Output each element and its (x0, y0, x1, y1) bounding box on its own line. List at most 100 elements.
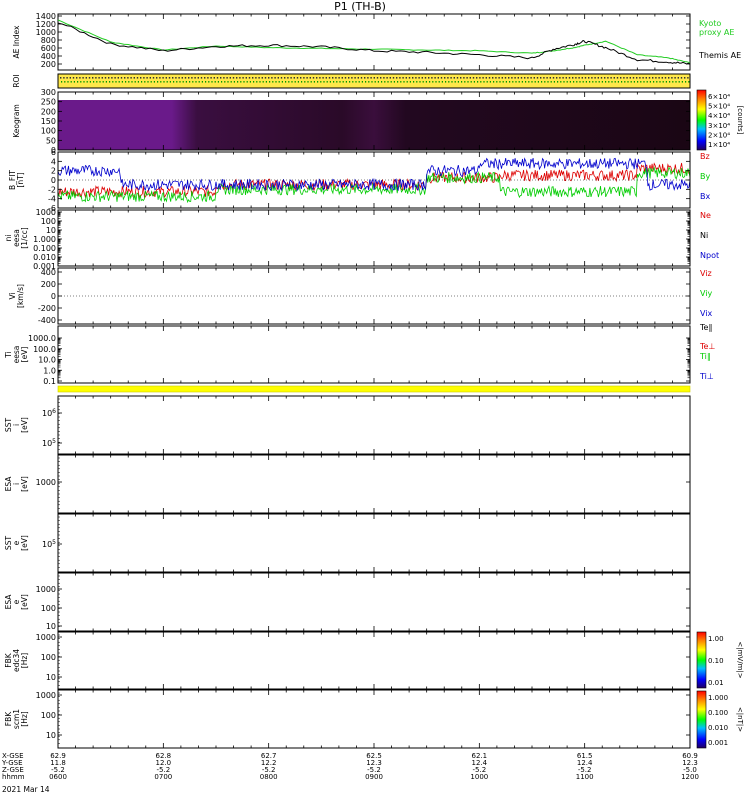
esa-ion-y-tick-label: 1000 (36, 478, 56, 487)
y-axis-label-line: [1/cc] (20, 227, 29, 248)
keogram-y-tick-label: 50 (46, 136, 56, 145)
y-axis-label-line: Keogram (12, 104, 21, 138)
velocity-y-tick-label: 400 (41, 268, 56, 277)
roi-mark (166, 81, 168, 83)
roi-mark (365, 81, 367, 83)
roi-mark (630, 81, 632, 83)
roi-mark (384, 81, 386, 83)
roi-mark (584, 77, 587, 79)
roi-mark (69, 77, 71, 79)
temperature-y-tick-label: 100.0 (33, 345, 56, 354)
roi-mark (467, 81, 469, 83)
roi-mark (326, 81, 328, 83)
colorbar-label: 2×10⁴ (708, 131, 730, 139)
roi-mark (134, 81, 136, 83)
density-y-axis-label: ni eesa [1/cc] (4, 227, 29, 248)
roi-mark (565, 77, 567, 79)
roi-mark (317, 81, 319, 83)
roi-mark (280, 77, 283, 79)
colorbar-label: 0.010 (708, 724, 728, 732)
roi-mark (95, 77, 97, 79)
roi-mark (412, 77, 414, 79)
roi-mark (687, 77, 689, 79)
roi-mark (653, 81, 655, 83)
roi-mark (374, 81, 376, 83)
roi-mark (293, 77, 295, 79)
roi-mark (82, 77, 84, 79)
roi-mark (73, 81, 75, 83)
roi-mark (677, 77, 679, 79)
roi-mark (185, 81, 187, 83)
roi-mark (277, 77, 279, 79)
temperature-y-tick-label: 10.0 (38, 356, 56, 365)
roi-mark (588, 77, 590, 79)
roi-mark (460, 77, 462, 79)
roi-mark (226, 77, 228, 79)
roi-mark (549, 77, 551, 79)
axis-row-value: 1200 (681, 773, 699, 781)
roi-mark (249, 81, 251, 83)
colorbar-label: 3×10⁴ (708, 122, 730, 130)
roi-mark (269, 81, 271, 83)
roi-mark (281, 81, 283, 83)
bfit-y-tick-label: 0 (51, 176, 56, 185)
roi-mark (541, 81, 543, 83)
roi-mark (339, 81, 341, 83)
roi-mark (419, 81, 421, 83)
roi-mark (671, 77, 673, 79)
axis-row-value: 0800 (260, 773, 278, 781)
roi-mark (392, 77, 395, 79)
roi-mark (271, 77, 273, 79)
roi-mark (194, 77, 196, 79)
roi-mark (680, 77, 683, 79)
roi-mark (201, 81, 203, 83)
roi-mark (416, 81, 418, 83)
roi-mark (537, 81, 539, 83)
y-axis-label-line: [eV] (20, 347, 29, 363)
roi-mark (188, 77, 190, 79)
roi-mark (109, 81, 111, 83)
density-y-tick-label: 1.000 (33, 235, 56, 244)
roi-mark (297, 81, 299, 83)
roi-mark (637, 81, 639, 83)
roi-mark (310, 81, 312, 83)
roi-mark (105, 81, 107, 83)
roi-mark (530, 77, 532, 79)
fbk-edc34-y-tick-label: 10 (46, 673, 56, 682)
roi-mark (568, 77, 571, 79)
roi-mark (627, 81, 629, 83)
roi-mark (200, 77, 203, 79)
fbk-edc34-panel-frame (57, 631, 691, 690)
velocity-y-axis-label: Vi [km/s] (8, 284, 25, 308)
axis-row-value: 0600 (49, 773, 67, 781)
roi-mark (432, 81, 434, 83)
roi-mark (351, 77, 353, 79)
roi-mark (525, 81, 527, 83)
esa-elec-y-tick-label: 1000 (36, 585, 56, 594)
fbk-edc34-colorbar (696, 631, 707, 689)
roi-mark (413, 81, 415, 83)
velocity-y-tick-label: 0 (51, 292, 56, 301)
roi-mark (560, 81, 562, 83)
roi-mark (476, 77, 478, 79)
roi-mark (600, 77, 603, 79)
roi-mark (643, 81, 645, 83)
roi-mark (498, 77, 500, 79)
roi-mark (205, 81, 207, 83)
roi-mark (125, 81, 127, 83)
roi-mark (344, 77, 347, 79)
roi-mark (102, 81, 104, 83)
roi-mark (325, 77, 327, 79)
roi-y-axis-label: ROI (12, 74, 21, 87)
ae-panel-frame (57, 13, 691, 71)
roi-mark (594, 77, 596, 79)
roi-mark (400, 81, 402, 83)
roi-mark (239, 77, 241, 79)
roi-mark (373, 77, 375, 79)
roi-mark (544, 81, 546, 83)
roi-mark (149, 77, 151, 79)
legend-proxy-ae: proxy AE (699, 28, 734, 37)
roi-mark (457, 81, 459, 83)
roi-mark (664, 77, 667, 79)
colorbar-label: 1.000 (708, 694, 728, 702)
